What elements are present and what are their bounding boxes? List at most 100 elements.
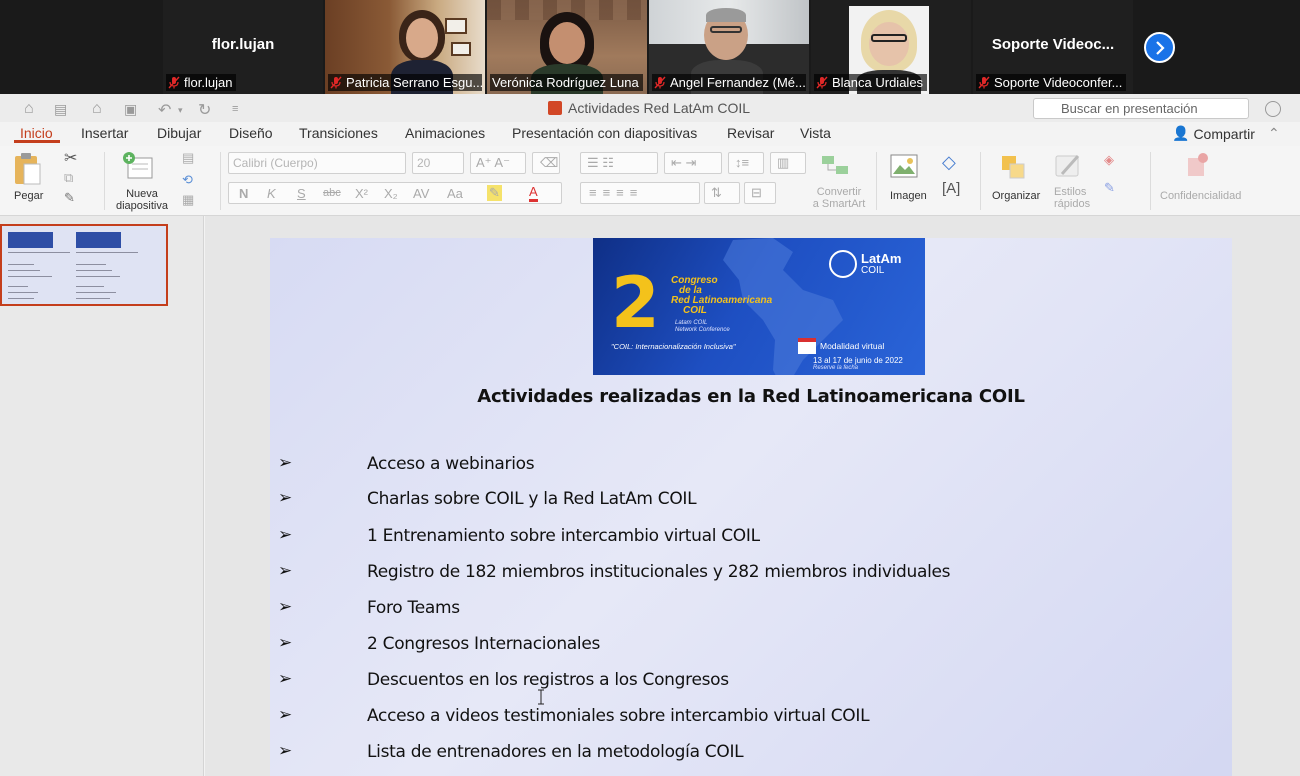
tab-dibujar[interactable]: Dibujar bbox=[157, 125, 201, 141]
indent-group[interactable]: ⇤ ⇥ bbox=[664, 152, 722, 174]
layout-icon[interactable]: ▤ bbox=[182, 150, 194, 166]
customize-toolbar-icon[interactable]: ≡ bbox=[232, 103, 238, 115]
styles-label: Estilos bbox=[1054, 186, 1087, 198]
italic-icon[interactable]: K bbox=[267, 186, 276, 201]
list-item[interactable]: ➢ Foro Teams bbox=[270, 597, 1232, 623]
list-item[interactable]: ➢ 2 Congresos Internacionales bbox=[270, 633, 1232, 659]
paste-button[interactable]: Pegar bbox=[8, 152, 50, 208]
list-item[interactable]: ➢ 1 Entrenamiento sobre intercambio virtu… bbox=[270, 525, 1232, 551]
undo-icon[interactable]: ↶ bbox=[158, 100, 171, 120]
participant-name-label: Verónica Rodríguez Luna bbox=[490, 74, 643, 91]
undo-dropdown-icon[interactable]: ▾ bbox=[178, 105, 183, 116]
section-icon[interactable]: ▦ bbox=[182, 192, 194, 208]
arrange-button[interactable]: Organizar bbox=[988, 150, 1046, 212]
home-icon[interactable]: ⌂ bbox=[24, 100, 34, 118]
tab-revisar[interactable]: Revisar bbox=[727, 125, 774, 141]
arrow-bullet-icon: ➢ bbox=[278, 633, 293, 653]
clear-format-button[interactable]: ⌫ bbox=[532, 152, 560, 174]
shapes-icon[interactable]: ◇ bbox=[942, 152, 956, 173]
shape-outline-icon[interactable]: ✎ bbox=[1104, 180, 1115, 196]
text-direction-button[interactable]: ⇅ bbox=[704, 182, 740, 204]
align-group[interactable]: ≡≡≡≡ bbox=[580, 182, 700, 204]
participant-name: Verónica Rodríguez Luna bbox=[492, 75, 639, 90]
arrow-bullet-icon: ➢ bbox=[278, 741, 293, 761]
collapse-ribbon-icon[interactable]: ⌃ bbox=[1268, 125, 1280, 142]
list-item[interactable]: ➢ Acceso a webinarios bbox=[270, 453, 1232, 479]
image-button[interactable]: Imagen bbox=[886, 150, 934, 212]
copy-icon[interactable]: ⧉ bbox=[64, 170, 73, 186]
banner-number: 2 bbox=[611, 262, 660, 344]
font-style-group: N K S abc X² X₂ AV Aa ✎ A bbox=[228, 182, 562, 204]
cut-icon[interactable]: ✂ bbox=[64, 148, 77, 168]
list-item[interactable]: ➢ Descuentos en los registros a los Congr… bbox=[270, 669, 1232, 695]
bullet-text: Lista de entrenadores en la metodología … bbox=[367, 742, 744, 762]
participant-tile-patricia[interactable]: Patricia Serrano Esgu... bbox=[325, 0, 485, 94]
reset-icon[interactable]: ⟲ bbox=[182, 172, 193, 188]
bold-icon[interactable]: N bbox=[239, 186, 248, 201]
format-painter-icon[interactable]: ✎ bbox=[64, 190, 75, 206]
tab-transiciones[interactable]: Transiciones bbox=[299, 125, 378, 141]
list-group[interactable]: ☰ ☷ bbox=[580, 152, 658, 174]
participant-tile-angel[interactable]: Angel Fernandez (Mé... bbox=[649, 0, 809, 94]
tab-presentacion[interactable]: Presentación con diapositivas bbox=[512, 125, 697, 141]
highlight-icon[interactable]: ✎ bbox=[487, 185, 502, 201]
tab-diseno[interactable]: Diseño bbox=[229, 125, 273, 141]
participant-tile-veronica[interactable]: Verónica Rodríguez Luna bbox=[487, 0, 647, 94]
smartart-icon bbox=[822, 156, 848, 174]
participant-tile-flor[interactable]: flor.lujan flor.lujan bbox=[163, 0, 323, 94]
quick-styles-button[interactable]: Estilos rápidos bbox=[1048, 150, 1096, 212]
title-bar: ⌂ ▤ ⌂ ▣ ↶ ▾ ↻ ≡ Actividades Red LatAm CO… bbox=[0, 94, 1300, 122]
change-case-icon[interactable]: Aa bbox=[447, 186, 463, 201]
arrow-bullet-icon: ➢ bbox=[278, 561, 293, 581]
participant-name: Blanca Urdiales bbox=[832, 75, 924, 90]
font-size-select[interactable]: 20 bbox=[412, 152, 464, 174]
chevron-right-icon bbox=[1155, 40, 1165, 55]
columns-button[interactable]: ▥ bbox=[770, 152, 806, 174]
calendar-icon bbox=[798, 338, 816, 354]
participant-tile-blanca[interactable]: Blanca Urdiales bbox=[811, 0, 971, 94]
mic-muted-icon bbox=[168, 76, 180, 89]
tab-insertar[interactable]: Insertar bbox=[81, 125, 128, 141]
strikethrough-icon[interactable]: abc bbox=[323, 187, 341, 199]
tab-animaciones[interactable]: Animaciones bbox=[405, 125, 485, 141]
list-item[interactable]: ➢ Registro de 182 miembros institucionale… bbox=[270, 561, 1232, 587]
arrow-bullet-icon: ➢ bbox=[278, 669, 293, 689]
subscript-icon[interactable]: X₂ bbox=[384, 186, 398, 201]
share-button[interactable]: 👤 Compartir bbox=[1172, 125, 1255, 142]
convert-smartart-button[interactable]: Convertir a SmartArt bbox=[808, 150, 870, 212]
tab-inicio[interactable]: Inicio bbox=[20, 125, 53, 141]
list-item[interactable]: ➢ Charlas sobre COIL y la Red LatAm COIL bbox=[270, 488, 1232, 514]
font-grow-shrink[interactable]: A⁺ A⁻ bbox=[470, 152, 526, 174]
participant-tile-soporte[interactable]: Soporte Videoc... Soporte Videoconfer... bbox=[973, 0, 1133, 94]
home-icon[interactable]: ⌂ bbox=[92, 100, 102, 118]
save-icon[interactable]: ▣ bbox=[124, 101, 137, 118]
confidentiality-button[interactable]: Confidencialidad bbox=[1156, 150, 1250, 212]
slide-title[interactable]: Actividades realizadas en la Red Latinoa… bbox=[270, 386, 1232, 407]
slide-thumbnail-1[interactable] bbox=[0, 224, 168, 306]
search-input[interactable]: Buscar en presentación bbox=[1033, 98, 1249, 119]
text-box-icon[interactable]: [A] bbox=[942, 180, 960, 197]
superscript-icon[interactable]: X² bbox=[355, 186, 368, 201]
new-slide-button[interactable]: Nueva diapositiva bbox=[112, 150, 172, 212]
underline-icon[interactable]: S bbox=[297, 186, 306, 201]
shape-fill-icon[interactable]: ◈ bbox=[1104, 152, 1114, 168]
font-size-value: 20 bbox=[417, 156, 431, 170]
list-item[interactable]: ➢ Acceso a videos testimoniales sobre int… bbox=[270, 705, 1232, 731]
line-spacing-button[interactable]: ↕≡ bbox=[728, 152, 764, 174]
font-name-select[interactable]: Calibri (Cuerpo) bbox=[228, 152, 406, 174]
redo-icon[interactable]: ↻ bbox=[198, 100, 211, 120]
align-text-button[interactable]: ⊟ bbox=[744, 182, 776, 204]
font-color-icon[interactable]: A bbox=[529, 185, 538, 202]
tab-vista[interactable]: Vista bbox=[800, 125, 831, 141]
slide-thumbnails-panel bbox=[0, 216, 204, 776]
sidebar-toggle-icon[interactable]: ▤ bbox=[54, 101, 67, 118]
next-participants-button[interactable] bbox=[1144, 32, 1175, 63]
slide[interactable]: 2 Congreso de la Red Latinoamericana COI… bbox=[270, 238, 1232, 776]
account-icon[interactable] bbox=[1265, 101, 1281, 117]
image-icon bbox=[890, 154, 918, 178]
spacing-icon[interactable]: AV bbox=[413, 186, 429, 201]
bullet-text: Charlas sobre COIL y la Red LatAm COIL bbox=[367, 489, 697, 509]
list-item[interactable]: ➢ Lista de entrenadores en la metodología… bbox=[270, 741, 1232, 767]
mic-muted-icon bbox=[978, 76, 990, 89]
bullet-text: Foro Teams bbox=[367, 598, 460, 618]
